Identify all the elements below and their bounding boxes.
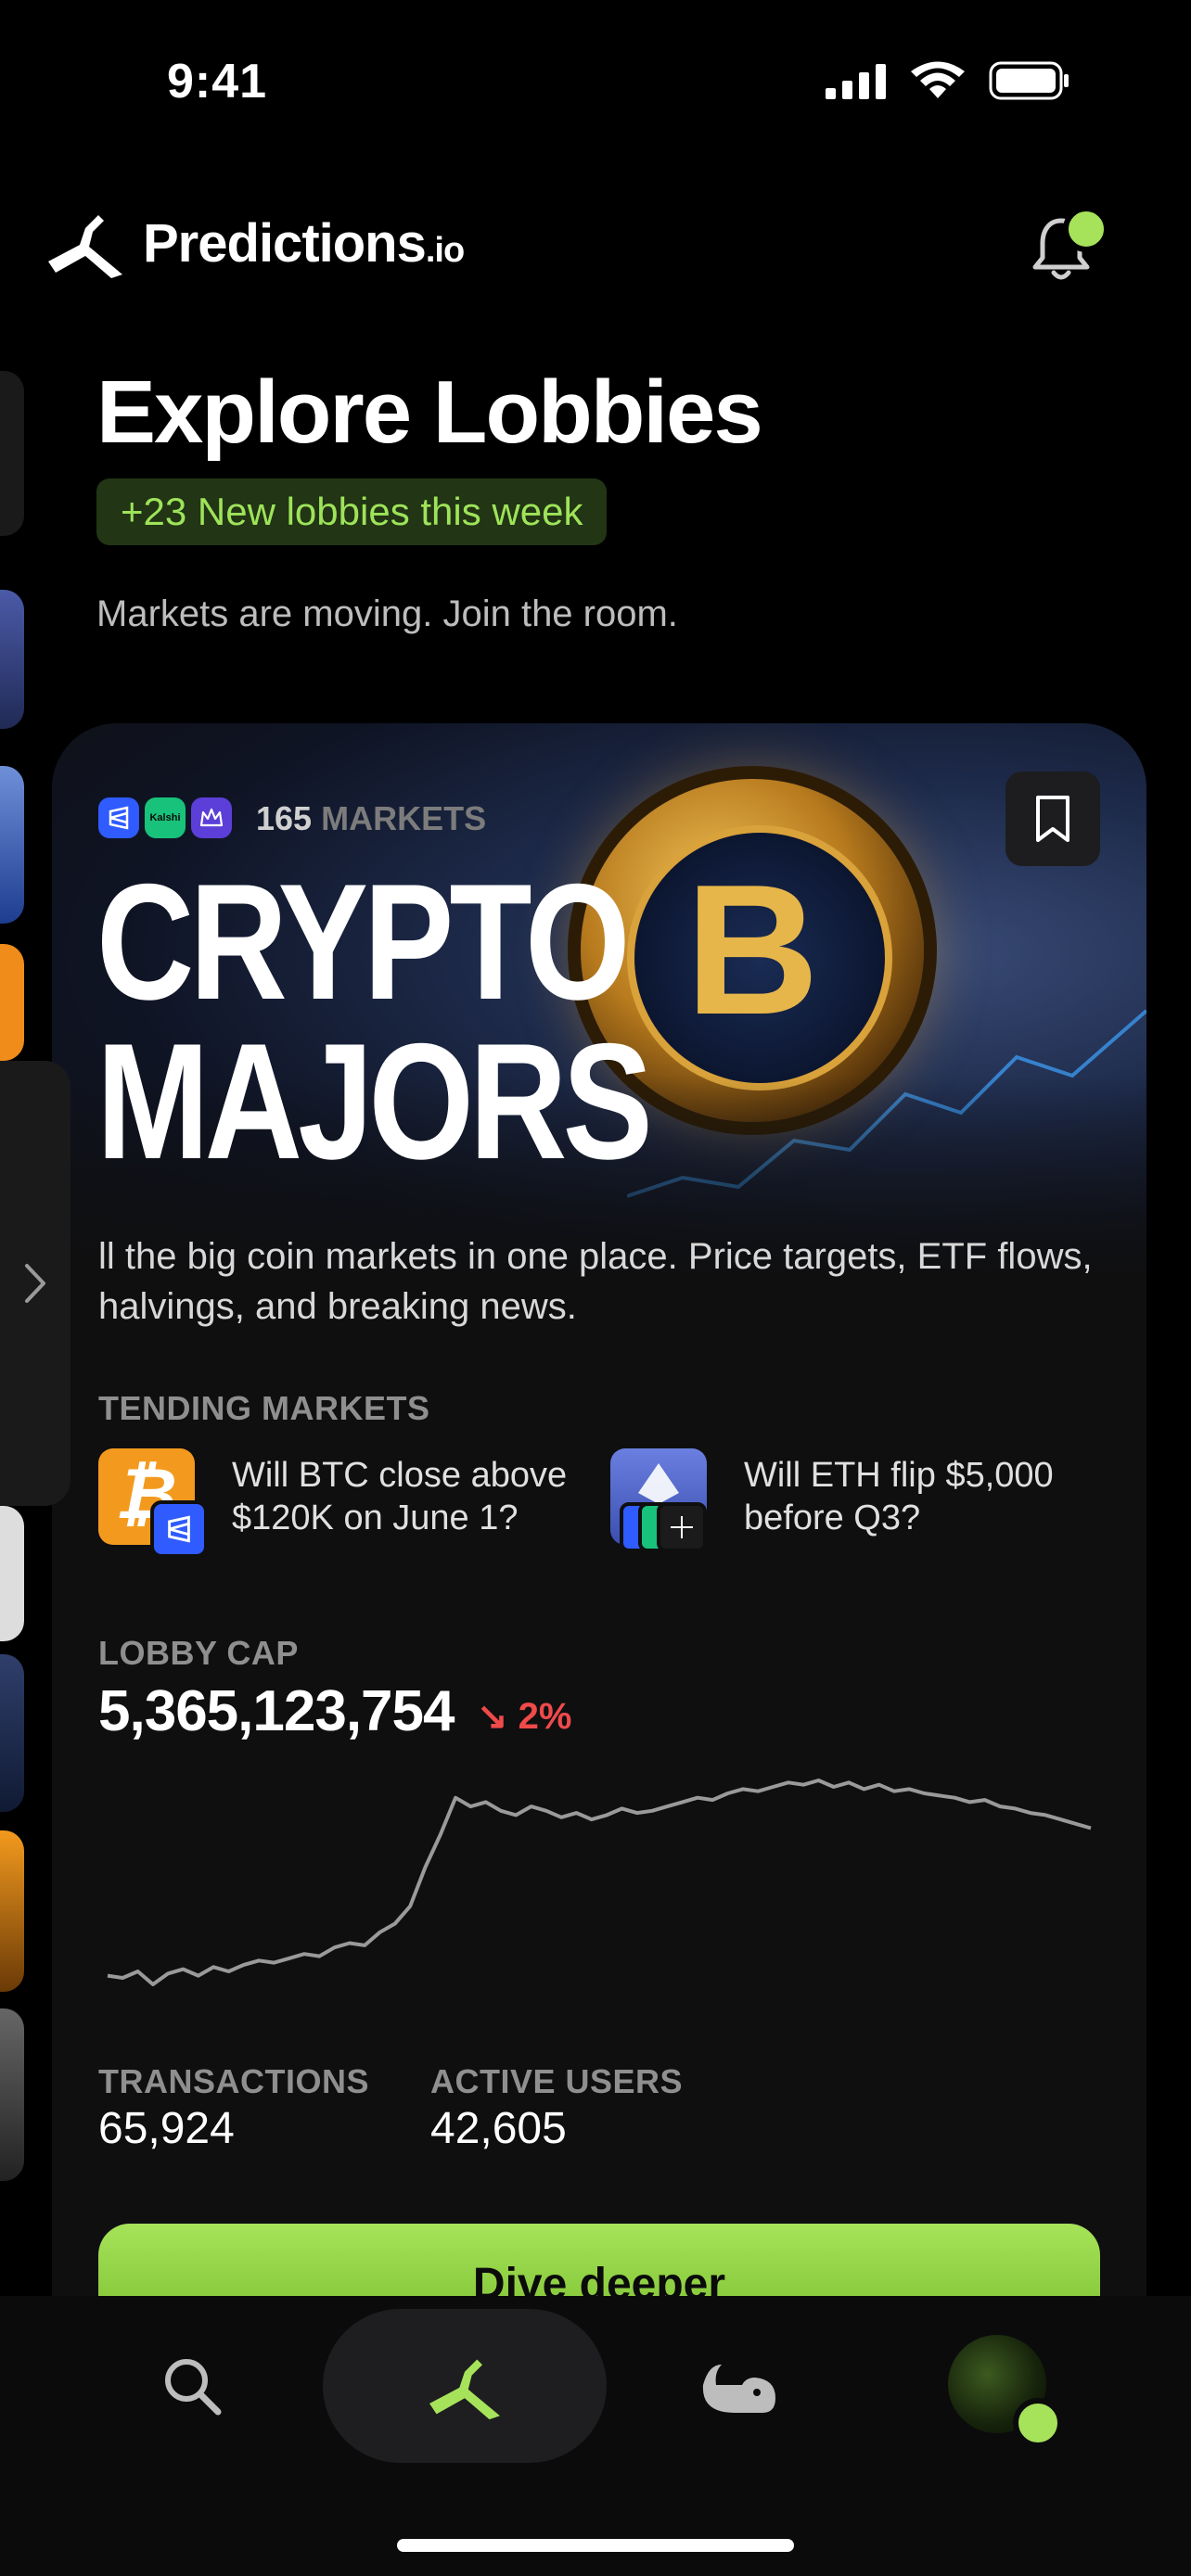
tab-predictions[interactable] <box>388 2309 542 2463</box>
trending-market-item[interactable]: ₿ Will BTC close above $120K on June 1? <box>98 1448 618 1558</box>
trending-market-item[interactable]: Will ETH flip $5,000 before Q3? <box>610 1448 1130 1552</box>
predictions-icon <box>429 2359 500 2420</box>
online-status-dot <box>1013 2398 1063 2448</box>
dive-deeper-button[interactable]: Dive deeper <box>98 2224 1100 2300</box>
search-icon <box>165 2359 222 2416</box>
polymarket-icon <box>150 1500 208 1558</box>
transactions-value: 65,924 <box>98 2104 235 2153</box>
chevron-right-icon <box>25 1264 45 1303</box>
lobby-cap-line <box>107 1779 1092 1986</box>
brand-name: Predictions.io <box>143 212 465 274</box>
whale-icon <box>702 2365 775 2413</box>
transactions-label: TRANSACTIONS <box>98 2062 369 2100</box>
lobby-cap-chart <box>107 1779 1092 1986</box>
status-icons <box>826 61 1070 100</box>
page-subtitle: Markets are moving. Join the room. <box>96 593 678 634</box>
lobby-title: CRYPTO MAJORS <box>96 849 653 1193</box>
trending-market-question: Will BTC close above $120K on June 1? <box>232 1456 568 1537</box>
previous-lobby-handle[interactable] <box>0 1061 70 1506</box>
trending-market-question: Will ETH flip $5,000 before Q3? <box>744 1456 1054 1537</box>
tab-whales[interactable] <box>660 2309 814 2463</box>
eth-market-thumb <box>610 1448 707 1552</box>
bitcoin-symbol: B <box>685 847 820 1053</box>
peek-card[interactable] <box>0 2009 24 2181</box>
kalshi-icon: Kalshi <box>145 797 186 838</box>
bookmark-icon <box>1036 796 1069 842</box>
active-users-label: ACTIVE USERS <box>430 2062 684 2100</box>
peek-card[interactable] <box>0 1654 24 1812</box>
peek-card[interactable] <box>0 1506 24 1641</box>
arrow-down-right-icon: ↘ <box>477 1696 508 1737</box>
trending-label: TENDING MARKETS <box>98 1389 430 1427</box>
page-title: Explore Lobbies <box>96 363 763 462</box>
crown-icon <box>191 797 232 838</box>
battery-icon <box>989 61 1069 100</box>
lobby-description: ll the big coin markets in one place. Pr… <box>98 1236 1093 1327</box>
lobby-card[interactable]: B Kalshi 165 MARKETS CRYPTO MAJORS ll th… <box>52 723 1146 2300</box>
bookmark-button[interactable] <box>1005 772 1100 866</box>
predictions-logo-icon <box>48 215 122 278</box>
provider-icons: Kalshi <box>98 797 232 838</box>
signal-icon <box>826 64 886 99</box>
market-count: 165 MARKETS <box>256 799 487 837</box>
brand-logo[interactable]: Predictions.io <box>45 206 465 280</box>
new-lobbies-badge: +23 New lobbies this week <box>96 478 608 545</box>
status-time: 9:41 <box>167 55 268 108</box>
tab-search[interactable] <box>115 2309 269 2463</box>
peek-card[interactable] <box>0 590 24 729</box>
lobby-title-line2: MAJORS <box>96 1009 653 1193</box>
wifi-icon <box>911 61 965 98</box>
btc-market-thumb: ₿ <box>98 1448 208 1558</box>
lobby-cap-value: 5,365,123,754 <box>98 1679 455 1743</box>
lobby-title-line1: CRYPTO <box>96 849 631 1034</box>
peek-card[interactable] <box>0 1830 24 1992</box>
polymarket-icon <box>98 797 139 838</box>
crosshair-icon <box>657 1502 707 1552</box>
active-users-value: 42,605 <box>430 2104 567 2153</box>
peek-card[interactable] <box>0 944 24 1061</box>
notification-dot <box>1063 206 1109 252</box>
lobby-cap-change: ↘ 2% <box>477 1696 572 1737</box>
lobby-cap-label: LOBBY CAP <box>98 1634 299 1672</box>
peek-card[interactable] <box>0 371 24 536</box>
home-indicator <box>397 2539 794 2552</box>
peek-card[interactable] <box>0 766 24 924</box>
